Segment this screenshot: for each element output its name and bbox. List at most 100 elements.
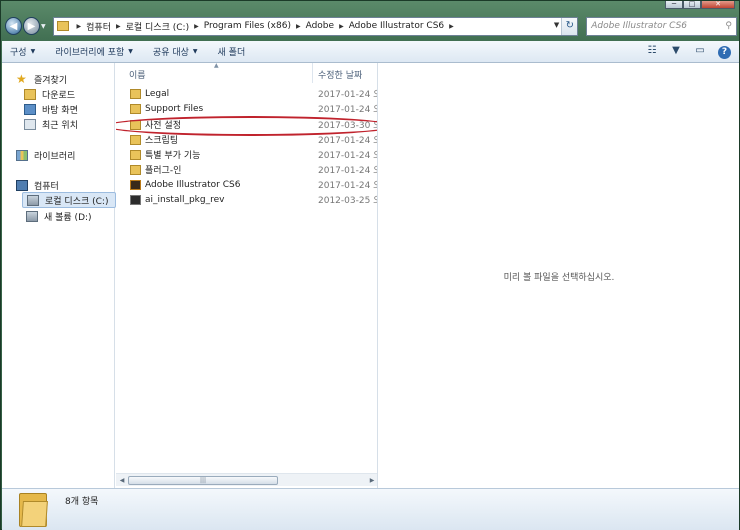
package-file-icon bbox=[130, 194, 141, 205]
preview-pane: 미리 볼 파일을 선택하십시오. bbox=[379, 63, 739, 488]
chevron-right-icon[interactable]: ▶ bbox=[449, 23, 454, 30]
file-date: 2012-03-25 오 bbox=[318, 196, 378, 206]
file-name: Support Files bbox=[145, 103, 204, 114]
view-dropdown-icon[interactable]: ▼ bbox=[668, 45, 684, 59]
breadcrumb-illustrator[interactable]: Adobe Illustrator CS6 bbox=[349, 21, 444, 31]
file-list[interactable]: ▲ 이름 수정한 날짜 Legal 2017-01-24 오 Support F… bbox=[116, 63, 378, 488]
file-row-goodies[interactable]: 특별 부가 기능 2017-01-24 오 bbox=[116, 147, 377, 162]
chevron-right-icon[interactable]: ▶ bbox=[296, 23, 301, 30]
folder-icon bbox=[130, 149, 141, 160]
file-row-install-pkg[interactable]: ai_install_pkg_rev 2012-03-25 오 bbox=[116, 192, 378, 207]
caption-buttons: ─ □ ✕ bbox=[665, 1, 735, 9]
sidebar-item-label: 다운로드 bbox=[42, 90, 76, 101]
preview-pane-icon[interactable]: ▭ bbox=[692, 45, 708, 59]
maximize-button[interactable]: □ bbox=[683, 1, 701, 9]
chevron-right-icon[interactable]: ▶ bbox=[194, 23, 199, 30]
forward-button[interactable]: ▶ bbox=[23, 17, 41, 35]
file-date: 2017-01-24 오 bbox=[318, 90, 378, 100]
library-icon bbox=[16, 149, 28, 161]
sidebar-item-label: 즐겨찾기 bbox=[34, 75, 68, 86]
share-label: 공유 대상 bbox=[152, 48, 189, 58]
folder-icon bbox=[130, 134, 141, 145]
include-library-label: 라이브러리에 포함 bbox=[55, 48, 125, 58]
sidebar-item-label: 컴퓨터 bbox=[34, 181, 59, 192]
file-row-support-files[interactable]: Support Files 2017-01-24 오 bbox=[116, 101, 377, 116]
sidebar-item-recent[interactable]: 최근 위치 bbox=[24, 116, 78, 132]
sidebar-item-libraries[interactable]: 라이브러리 bbox=[16, 147, 75, 163]
search-input[interactable]: Adobe Illustrator CS6 ⚲ bbox=[586, 16, 737, 36]
new-folder-label: 새 폴더 bbox=[217, 48, 246, 58]
chevron-right-icon[interactable]: ▶ bbox=[77, 23, 82, 30]
horizontal-scrollbar[interactable]: ◀ ||| ▶ bbox=[116, 473, 377, 486]
share-button[interactable]: 공유 대상 ▼ bbox=[153, 45, 198, 58]
new-folder-button[interactable]: 새 폴더 bbox=[218, 45, 246, 58]
explorer-window: ─ □ ✕ ◀ ▶ ▼ ▶ 컴퓨터 ▶ 로컬 디스크 (C:) ▶ Progra… bbox=[0, 0, 740, 530]
address-bar[interactable]: ▶ 컴퓨터 ▶ 로컬 디스크 (C:) ▶ Program Files (x86… bbox=[52, 16, 579, 36]
folder-icon bbox=[130, 88, 141, 99]
scroll-track[interactable]: ||| bbox=[128, 475, 366, 486]
breadcrumb-local-disk[interactable]: 로컬 디스크 (C:) bbox=[126, 20, 189, 33]
view-options-icon[interactable]: ☷ bbox=[644, 45, 660, 59]
column-divider[interactable] bbox=[312, 63, 313, 83]
column-date-header[interactable]: 수정한 날짜 bbox=[318, 68, 362, 81]
include-library-button[interactable]: 라이브러리에 포함 ▼ bbox=[55, 45, 133, 58]
minimize-button[interactable]: ─ bbox=[665, 1, 683, 9]
view-controls: ☷ ▼ ▭ ? bbox=[636, 45, 731, 59]
organize-button[interactable]: 구성 ▼ bbox=[10, 45, 35, 58]
file-row-illustrator-app[interactable]: Adobe Illustrator CS6 2017-01-24 오 bbox=[116, 177, 377, 192]
scroll-thumb[interactable]: ||| bbox=[128, 475, 278, 485]
breadcrumb-program-files[interactable]: Program Files (x86) bbox=[204, 21, 291, 31]
sidebar-item-computer[interactable]: 컴퓨터 bbox=[16, 177, 59, 193]
file-row-plugins[interactable]: 플러그-인 2017-01-24 오 bbox=[116, 162, 377, 177]
close-button[interactable]: ✕ bbox=[701, 1, 735, 9]
column-header: ▲ 이름 수정한 날짜 bbox=[116, 63, 377, 83]
star-icon: ★ bbox=[16, 71, 27, 86]
chevron-down-icon: ▼ bbox=[30, 48, 36, 55]
chevron-right-icon[interactable]: ▶ bbox=[116, 23, 121, 30]
address-dropdown-icon[interactable]: ▼ bbox=[554, 21, 559, 29]
scroll-left-icon[interactable]: ◀ bbox=[116, 477, 128, 484]
forward-arrow-icon: ▶ bbox=[27, 20, 36, 32]
file-name: 플러그-인 bbox=[145, 166, 182, 176]
file-date: 2017-03-30 오 bbox=[318, 121, 378, 131]
chevron-down-icon: ▼ bbox=[128, 48, 133, 55]
navigation-pane[interactable]: ★ 즐겨찾기 다운로드 바탕 화면 최근 위치 라이브러리 컴퓨터 로컬 디스크… bbox=[2, 63, 116, 488]
back-button[interactable]: ◀ bbox=[5, 17, 23, 35]
file-row-presets[interactable]: 사전 설정 2017-03-30 오 bbox=[116, 117, 378, 132]
folder-icon bbox=[130, 103, 141, 114]
file-row-scripting[interactable]: 스크립팅 2017-01-24 오 bbox=[116, 132, 378, 147]
breadcrumb-computer[interactable]: 컴퓨터 bbox=[86, 20, 111, 33]
file-name: Adobe Illustrator CS6 bbox=[145, 179, 241, 190]
recent-pages-dropdown[interactable]: ▼ bbox=[41, 23, 49, 30]
folder-icon bbox=[19, 493, 48, 527]
hard-drive-icon bbox=[27, 194, 39, 206]
folder-icon bbox=[56, 21, 69, 31]
folder-icon bbox=[130, 164, 141, 175]
sidebar-item-local-disk[interactable]: 로컬 디스크 (C:) bbox=[22, 192, 116, 208]
breadcrumb-adobe[interactable]: Adobe bbox=[306, 21, 334, 31]
address-row: ◀ ▶ ▼ ▶ 컴퓨터 ▶ 로컬 디스크 (C:) ▶ Program File… bbox=[5, 15, 737, 37]
scroll-right-icon[interactable]: ▶ bbox=[366, 477, 377, 484]
file-row-legal[interactable]: Legal 2017-01-24 오 bbox=[116, 86, 378, 101]
column-name-header[interactable]: 이름 bbox=[129, 68, 146, 81]
sidebar-item-new-volume[interactable]: 새 볼륨 (D:) bbox=[26, 208, 92, 224]
computer-icon bbox=[16, 179, 28, 191]
item-count: 8개 항목 bbox=[65, 497, 99, 507]
details-pane: 8개 항목 bbox=[2, 488, 739, 530]
search-icon[interactable]: ⚲ bbox=[725, 21, 732, 31]
illustrator-app-icon bbox=[130, 179, 141, 190]
recent-places-icon bbox=[24, 118, 36, 130]
hard-drive-icon bbox=[26, 210, 38, 222]
sidebar-item-label: 로컬 디스크 (C:) bbox=[45, 196, 109, 207]
sidebar-item-downloads[interactable]: 다운로드 bbox=[24, 86, 75, 102]
refresh-button[interactable]: ↻ bbox=[561, 17, 578, 35]
downloads-folder-icon bbox=[24, 88, 36, 100]
sidebar-item-desktop[interactable]: 바탕 화면 bbox=[24, 101, 78, 117]
file-name: ai_install_pkg_rev bbox=[145, 194, 225, 205]
sidebar-item-favorites[interactable]: ★ 즐겨찾기 bbox=[16, 71, 67, 87]
file-date: 2017-01-24 오 bbox=[318, 136, 378, 146]
file-name: 특별 부가 기능 bbox=[145, 151, 201, 161]
help-icon[interactable]: ? bbox=[718, 45, 731, 59]
search-placeholder: Adobe Illustrator CS6 bbox=[591, 21, 688, 31]
chevron-right-icon[interactable]: ▶ bbox=[339, 23, 344, 30]
